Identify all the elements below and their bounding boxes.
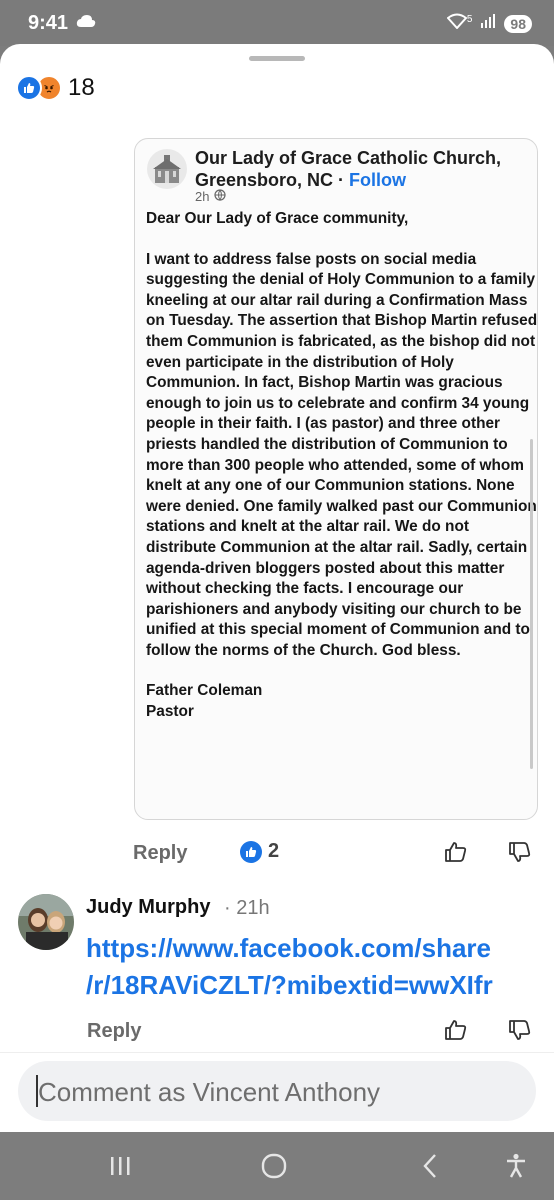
- reaction-count: 18: [68, 74, 95, 101]
- post-meta: 2h: [195, 189, 227, 204]
- name-separator: ·: [333, 170, 350, 190]
- status-bar: 9:41 5 98: [0, 0, 554, 46]
- comments-sheet: 18 Our Lady of Grace Catholic Church, Gr…: [0, 44, 554, 1132]
- system-nav-bar: [0, 1132, 554, 1200]
- comment-input-container[interactable]: [18, 1061, 536, 1121]
- post-time: 2h: [195, 189, 210, 204]
- commenter-avatar[interactable]: [18, 894, 74, 950]
- comment-input[interactable]: [36, 1073, 520, 1111]
- battery-level: 98: [510, 15, 526, 32]
- reply-button[interactable]: Reply: [133, 842, 187, 865]
- signal-icon: [480, 14, 496, 33]
- thumbs-up-icon[interactable]: [442, 838, 470, 866]
- post-body: Dear Our Lady of Grace community, I want…: [146, 209, 538, 723]
- cloud-icon: [76, 14, 96, 33]
- post-greeting: Dear Our Lady of Grace community,: [146, 210, 409, 227]
- drag-handle[interactable]: [249, 56, 305, 61]
- wifi-icon: [446, 13, 468, 34]
- comment-composer: [0, 1052, 554, 1132]
- comment-link-line-1[interactable]: https://www.facebook.com/share: [86, 930, 554, 967]
- comment-actions-2: Reply: [0, 1012, 554, 1052]
- commenter-name[interactable]: Judy Murphy: [86, 896, 210, 919]
- comment-link-line-2[interactable]: /r/18RAViCZLT/?mibextid=wwXIfr: [86, 967, 554, 1004]
- comment-actions-1: Reply 2: [0, 834, 554, 874]
- comment-link[interactable]: https://www.facebook.com/share /r/18RAVi…: [86, 930, 554, 1004]
- comment-like-count[interactable]: 2: [240, 840, 279, 863]
- follow-link[interactable]: Follow: [349, 170, 406, 190]
- recent-apps-icon[interactable]: [100, 1148, 140, 1184]
- like-count-value: 2: [268, 840, 280, 862]
- comment-image-card[interactable]: Our Lady of Grace Catholic Church, Green…: [134, 138, 538, 820]
- signature-name: Father Coleman: [146, 682, 263, 700]
- back-icon[interactable]: [410, 1148, 450, 1184]
- signature-title: Pastor: [146, 703, 194, 721]
- battery-icon: 98: [504, 14, 532, 33]
- church-logo: [147, 149, 187, 189]
- church-page-name: Our Lady of Grace Catholic Church, Green…: [195, 147, 525, 191]
- home-icon[interactable]: [254, 1148, 294, 1184]
- comment-time: · 21h: [224, 897, 270, 919]
- thumbs-down-icon[interactable]: [506, 838, 534, 866]
- status-right: 5 98: [446, 13, 532, 34]
- text-caret: [36, 1075, 38, 1107]
- post-paragraph: I want to address false posts on social …: [146, 250, 538, 659]
- thumbs-down-icon[interactable]: [506, 1016, 534, 1044]
- reply-button[interactable]: Reply: [87, 1020, 141, 1043]
- status-time: 9:41: [28, 12, 69, 34]
- like-reaction-icon: [16, 75, 42, 101]
- reactions-summary[interactable]: 18: [16, 74, 95, 102]
- signal-label: 5: [466, 14, 473, 25]
- like-reaction-icon: [240, 840, 262, 863]
- thumbs-up-icon[interactable]: [442, 1016, 470, 1044]
- accessibility-icon[interactable]: [496, 1148, 536, 1184]
- globe-icon: [214, 189, 227, 204]
- card-scrollbar[interactable]: [530, 439, 533, 769]
